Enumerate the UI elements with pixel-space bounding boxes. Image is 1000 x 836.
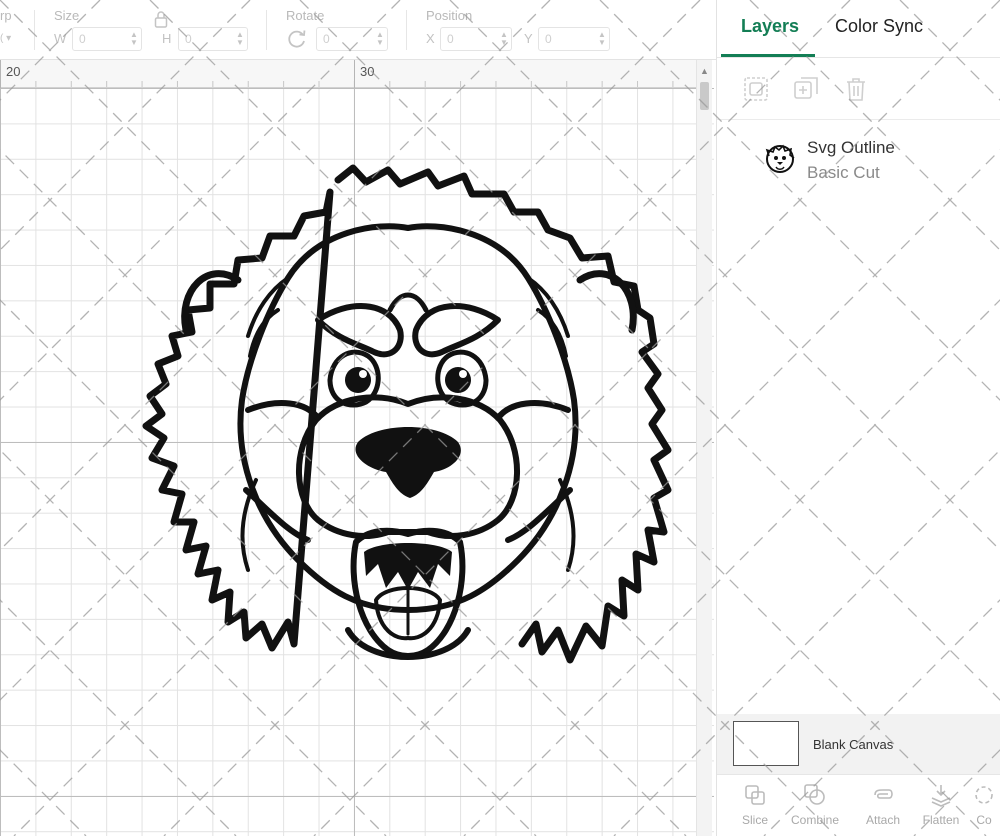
rotate-icon xyxy=(288,30,306,48)
warp-dropdown-icon[interactable]: ( ▾ xyxy=(0,33,11,44)
group-icon[interactable] xyxy=(743,76,769,102)
layers-panel: Layers Color Sync Svg Outline Basic Cut … xyxy=(716,0,1000,836)
lock-icon[interactable] xyxy=(154,10,168,28)
x-position-field[interactable]: 0 ▲ ▼ xyxy=(440,27,512,51)
size-group: Size W 0 ▲ ▼ H 0 ▲ ▼ xyxy=(48,0,258,60)
combine-label: Combine xyxy=(790,813,840,827)
mouth-interior xyxy=(364,543,452,590)
x-position-value: 0 xyxy=(447,32,454,46)
slice-button[interactable]: Slice xyxy=(727,783,783,827)
position-group: Position X 0 ▲ ▼ Y 0 ▲ ▼ xyxy=(420,0,616,60)
horizontal-ruler: 20 30 xyxy=(0,60,696,88)
bottom-action-bar: Slice Combine Attach Flatten Co xyxy=(717,774,1000,836)
duplicate-icon[interactable] xyxy=(793,76,819,102)
layer-name: Svg Outline xyxy=(807,138,895,157)
edit-toolbar: rp ( ▾ Size W 0 ▲▼ H 0 ▲▼ Rotate 0 ▲▼ xyxy=(0,0,716,60)
position-label: Position xyxy=(426,8,473,23)
y-position-value: 0 xyxy=(545,32,552,46)
toolbar-divider xyxy=(406,10,407,50)
y-letter: Y xyxy=(524,31,533,46)
ruler-label: 20 xyxy=(6,64,21,79)
lion-head-outline-design[interactable] xyxy=(138,160,678,680)
layer-operation-type[interactable]: Basic Cut xyxy=(807,163,880,183)
x-letter: X xyxy=(426,31,435,46)
left-pupil xyxy=(345,367,371,393)
design-canvas[interactable]: 20 30 ▲ xyxy=(0,60,714,836)
scroll-up-icon[interactable]: ▲ xyxy=(700,66,709,76)
height-field[interactable]: 0 ▲ ▼ xyxy=(178,27,248,51)
width-value: 0 xyxy=(79,32,86,46)
nose xyxy=(355,427,461,498)
right-brow xyxy=(412,303,501,358)
blank-canvas-row[interactable]: Blank Canvas xyxy=(717,714,1000,774)
y-stepper-icon[interactable]: ▲ ▼ xyxy=(598,31,606,47)
attach-label: Attach xyxy=(865,813,901,827)
flatten-label: Flatten xyxy=(922,813,960,827)
tab-layers[interactable]: Layers xyxy=(741,16,799,37)
vertical-scrollbar[interactable]: ▲ xyxy=(696,60,712,836)
left-eye-glint xyxy=(359,370,367,378)
blank-canvas-swatch[interactable] xyxy=(733,721,799,766)
combine-button[interactable]: Combine xyxy=(787,783,843,827)
toolbar-divider xyxy=(34,10,35,50)
delete-icon[interactable] xyxy=(843,76,869,102)
right-pupil xyxy=(445,367,471,393)
attach-icon xyxy=(874,789,893,799)
layer-actions xyxy=(717,58,1000,120)
combine-icon xyxy=(804,784,825,805)
width-stepper-icon[interactable]: ▲ ▼ xyxy=(130,31,138,47)
layer-thumbnail-icon xyxy=(765,144,795,173)
height-letter: H xyxy=(162,31,172,46)
slice-icon xyxy=(745,785,765,805)
width-letter: W xyxy=(54,31,67,46)
contour-button[interactable]: Co xyxy=(967,783,1000,827)
right-eye-glint xyxy=(459,370,467,378)
tab-color-sync[interactable]: Color Sync xyxy=(835,16,923,37)
warp-group: rp ( ▾ xyxy=(0,0,34,60)
x-stepper-icon[interactable]: ▲ ▼ xyxy=(500,31,508,47)
blank-canvas-label: Blank Canvas xyxy=(813,737,894,752)
rotate-label: Rotate xyxy=(286,8,325,23)
ruler-label: 30 xyxy=(360,64,375,79)
toolbar-divider xyxy=(266,10,267,50)
contour-icon xyxy=(975,786,993,804)
right-cheek xyxy=(495,400,573,543)
ruler-major-tick xyxy=(354,60,355,88)
flatten-icon xyxy=(931,785,951,807)
height-stepper-icon[interactable]: ▲ ▼ xyxy=(236,31,244,47)
height-value: 0 xyxy=(185,32,192,46)
y-position-field[interactable]: 0 ▲ ▼ xyxy=(538,27,610,51)
left-brow xyxy=(315,303,404,358)
panel-tabs: Layers Color Sync xyxy=(717,0,1000,58)
width-field[interactable]: 0 ▲ ▼ xyxy=(72,27,142,51)
rotate-group: Rotate 0 ▲ ▼ xyxy=(280,0,392,60)
rotate-stepper-icon[interactable]: ▲ ▼ xyxy=(376,31,384,47)
brow-center xyxy=(387,292,429,313)
scrollbar-thumb[interactable] xyxy=(700,82,709,110)
size-label: Size xyxy=(54,8,80,23)
contour-label: Co xyxy=(976,813,992,827)
active-tab-indicator xyxy=(721,54,815,57)
layer-item[interactable]: Svg Outline Basic Cut xyxy=(761,138,981,186)
slice-label: Slice xyxy=(741,813,768,827)
rotate-value: 0 xyxy=(323,32,330,46)
rotate-field[interactable]: 0 ▲ ▼ xyxy=(316,27,388,51)
warp-label: rp xyxy=(0,8,12,23)
flatten-button[interactable]: Flatten xyxy=(913,783,969,827)
ruler-major-tick xyxy=(0,60,1,88)
attach-button[interactable]: Attach xyxy=(855,783,911,827)
